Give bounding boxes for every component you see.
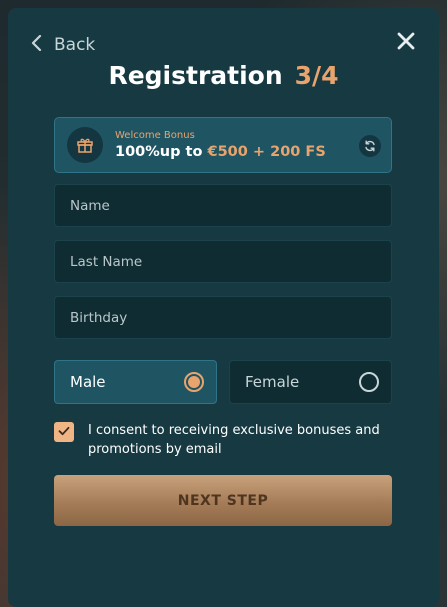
radio-selected-icon bbox=[184, 372, 204, 392]
radio-unselected-icon bbox=[359, 372, 379, 392]
refresh-bonus-button[interactable] bbox=[359, 135, 381, 157]
name-field[interactable] bbox=[54, 184, 392, 227]
gender-male-label: Male bbox=[70, 373, 106, 391]
gift-icon bbox=[67, 127, 103, 163]
name-input[interactable] bbox=[70, 197, 376, 214]
birthday-field[interactable] bbox=[54, 296, 392, 339]
bonus-amount: 100%up to €500 + 200 FS bbox=[115, 144, 326, 160]
consent-text: I consent to receiving exclusive bonuses… bbox=[88, 423, 380, 457]
last-name-input[interactable] bbox=[70, 253, 376, 270]
bonus-text: Welcome Bonus 100%up to €500 + 200 FS bbox=[115, 130, 326, 160]
close-button[interactable] bbox=[395, 30, 417, 52]
back-button[interactable]: Back bbox=[30, 30, 95, 60]
close-icon bbox=[395, 32, 417, 56]
gender-option-male[interactable]: Male bbox=[54, 360, 217, 404]
step-indicator: 3/4 bbox=[294, 61, 339, 90]
title-text: Registration bbox=[108, 61, 283, 90]
birthday-input[interactable] bbox=[70, 309, 376, 326]
chevron-left-icon bbox=[30, 34, 44, 56]
gender-option-female[interactable]: Female bbox=[229, 360, 392, 404]
last-name-field[interactable] bbox=[54, 240, 392, 283]
check-icon bbox=[57, 423, 71, 442]
back-label: Back bbox=[54, 35, 96, 55]
refresh-icon bbox=[364, 137, 376, 156]
welcome-bonus-banner: Welcome Bonus 100%up to €500 + 200 FS bbox=[54, 117, 392, 173]
bonus-amount-prefix: 100%up to bbox=[115, 144, 208, 160]
bonus-amount-highlight: €500 + 200 FS bbox=[207, 144, 326, 160]
gender-female-label: Female bbox=[245, 373, 300, 391]
page-title: Registration 3/4 bbox=[8, 61, 439, 90]
next-step-button[interactable]: NEXT STEP bbox=[54, 475, 392, 526]
bonus-label: Welcome Bonus bbox=[115, 130, 195, 141]
consent-checkbox[interactable] bbox=[54, 422, 74, 442]
consent-row: I consent to receiving exclusive bonuses… bbox=[54, 421, 394, 459]
registration-modal: Back Registration 3/4 Welcome Bonus 100%u… bbox=[8, 8, 439, 607]
